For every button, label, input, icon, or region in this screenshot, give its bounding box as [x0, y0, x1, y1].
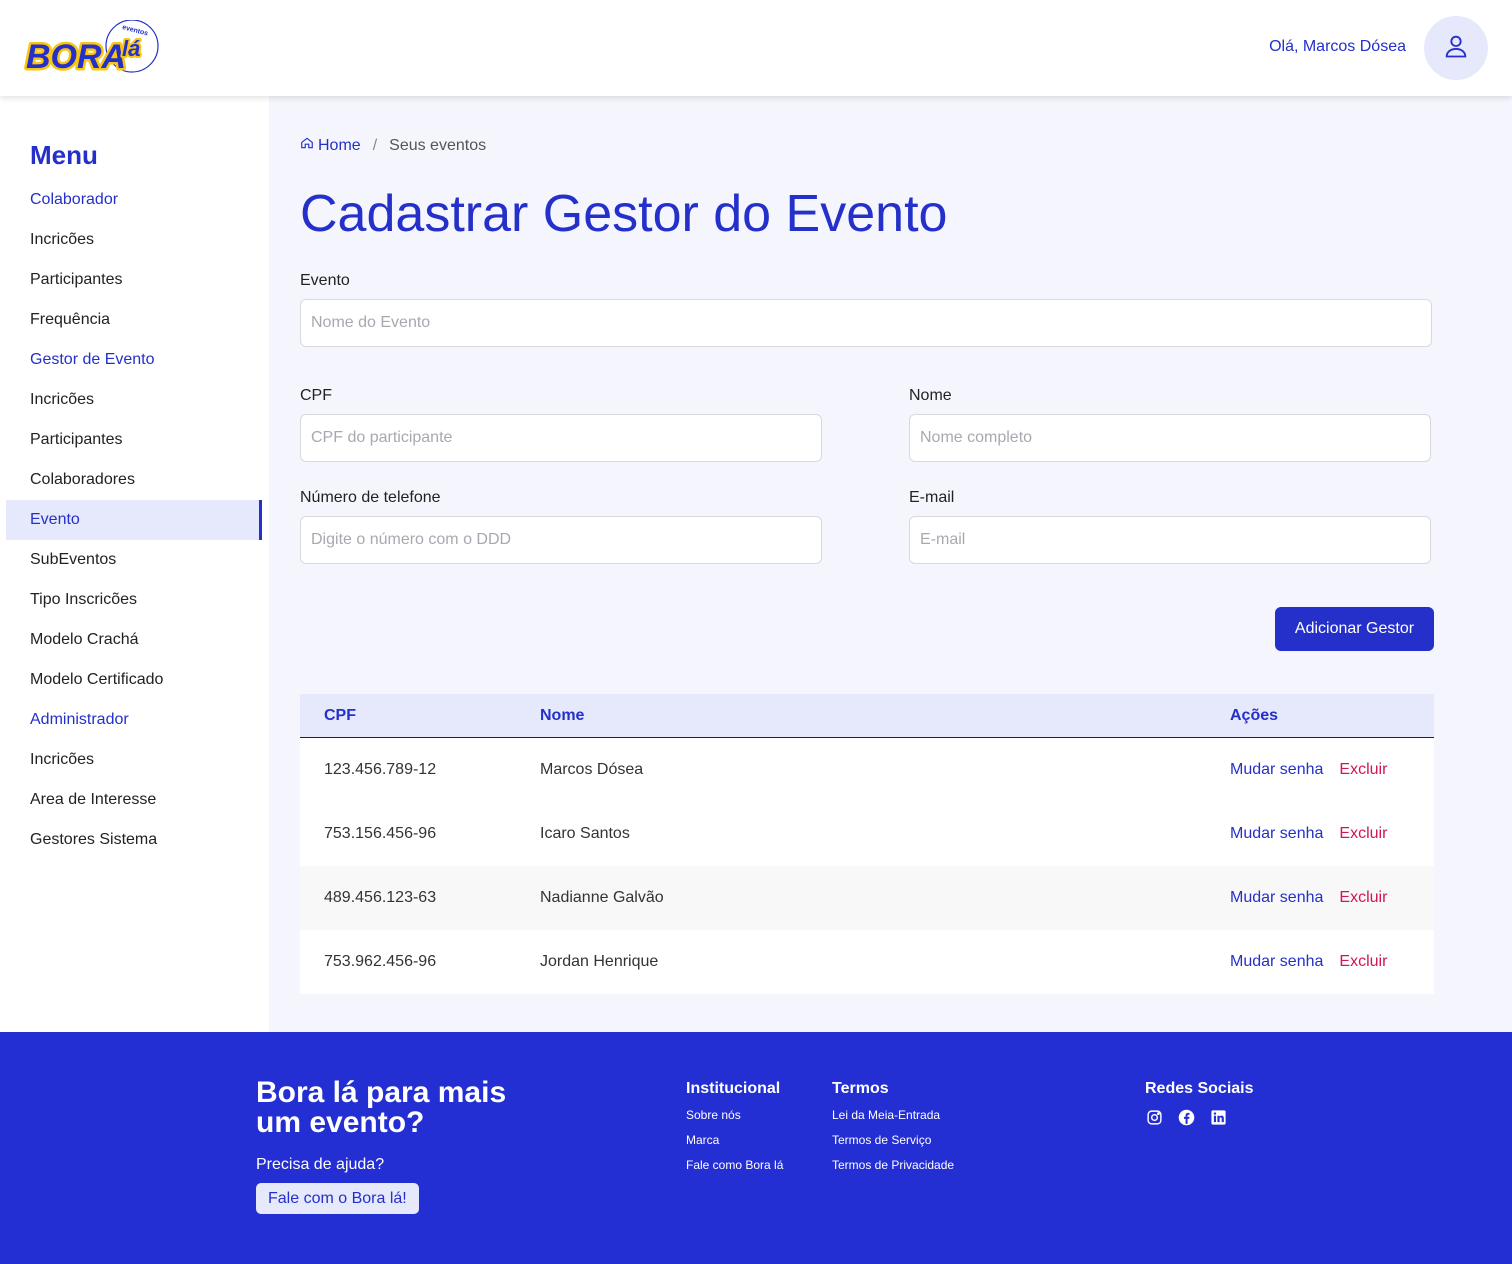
telefone-label: Número de telefone: [300, 489, 441, 506]
footer-termos-title: Termos: [832, 1080, 889, 1097]
sidebar-item-evento[interactable]: Evento: [6, 500, 262, 540]
svg-text:lá: lá: [122, 36, 140, 61]
telefone-input[interactable]: [300, 516, 822, 564]
cell-cpf: 489.456.123-63: [324, 889, 437, 906]
footer-link-sobre[interactable]: Sobre nós: [686, 1108, 783, 1133]
nome-label: Nome: [909, 387, 952, 404]
cell-nome: Jordan Henrique: [540, 953, 659, 970]
breadcrumb: Home / Seus eventos: [300, 136, 486, 155]
footer-link-marca[interactable]: Marca: [686, 1133, 783, 1158]
sidebar-item-tipo-inscric-es[interactable]: Tipo Inscricões: [6, 580, 262, 620]
sidebar-item-gestor-de-evento[interactable]: Gestor de Evento: [6, 340, 262, 380]
user-icon: [1442, 32, 1470, 65]
cell-cpf: 753.962.456-96: [324, 953, 437, 970]
sidebar-item-modelo-certificado[interactable]: Modelo Certificado: [6, 660, 262, 700]
excluir-link[interactable]: Excluir: [1339, 889, 1387, 907]
boralá-logo[interactable]: eventos BORA BORA lá lá: [24, 19, 164, 79]
cell-cpf: 123.456.789-12: [324, 761, 437, 778]
mudar-senha-link[interactable]: Mudar senha: [1230, 761, 1323, 779]
sidebar: Menu Colaborador Incricões Participantes Fr…: [0, 96, 269, 1032]
table-header: CPF Nome Ações: [300, 694, 1434, 738]
sidebar-item-participantes[interactable]: Participantes: [6, 260, 262, 300]
cell-nome: Nadianne Galvão: [540, 889, 664, 906]
breadcrumb-current: Seus eventos: [389, 136, 487, 154]
excluir-link[interactable]: Excluir: [1339, 761, 1387, 779]
email-label: E-mail: [909, 489, 955, 506]
sidebar-item-participantes[interactable]: Participantes: [6, 420, 262, 460]
sidebar-menu: Colaborador Incricões Participantes Frequên…: [6, 180, 262, 860]
excluir-link[interactable]: Excluir: [1339, 825, 1387, 843]
cpf-label: CPF: [300, 387, 332, 404]
footer-link-termos-servico[interactable]: Termos de Serviço: [832, 1133, 954, 1158]
footer-institucional: Institucional Sobre nós Marca Fale como …: [686, 1080, 783, 1183]
top-header: eventos BORA BORA lá lá Olá, Marcos Dóse…: [0, 0, 1512, 96]
footer: Bora lá para mais um evento? Precisa de …: [0, 1032, 1512, 1264]
table-body: 123.456.789-12 Marcos Dósea Mudar senha Exc…: [300, 738, 1434, 994]
cell-acoes: Mudar senha Excluir: [1230, 825, 1434, 843]
footer-institucional-title: Institucional: [686, 1080, 781, 1097]
footer-link-fale[interactable]: Fale como Bora lá: [686, 1158, 783, 1183]
adicionar-gestor-button[interactable]: Adicionar Gestor: [1275, 607, 1434, 651]
sidebar-item-frequ-ncia[interactable]: Frequência: [6, 300, 262, 340]
breadcrumb-separator: /: [372, 136, 378, 154]
facebook-icon[interactable]: [1177, 1108, 1195, 1126]
breadcrumb-home[interactable]: Home: [300, 136, 361, 155]
fale-com-bora-la-button[interactable]: Fale com o Bora lá!: [256, 1183, 419, 1214]
sidebar-item-area-de-interesse[interactable]: Area de Interesse: [6, 780, 262, 820]
table-row: 753.962.456-96 Jordan Henrique Mudar senha…: [300, 930, 1434, 994]
instagram-icon[interactable]: [1145, 1108, 1163, 1126]
user-greeting: Olá, Marcos Dósea: [1269, 38, 1406, 55]
footer-redes-sociais: Redes Sociais: [1145, 1080, 1254, 1126]
sidebar-item-colaborador[interactable]: Colaborador: [6, 180, 262, 220]
cell-cpf: 753.156.456-96: [324, 825, 437, 842]
sidebar-item-incric-es[interactable]: Incricões: [6, 740, 262, 780]
sidebar-item-colaboradores[interactable]: Colaboradores: [6, 460, 262, 500]
cell-nome: Marcos Dósea: [540, 761, 644, 778]
sidebar-item-incric-es[interactable]: Incricões: [6, 220, 262, 260]
email-input[interactable]: [909, 516, 1431, 564]
cell-acoes: Mudar senha Excluir: [1230, 761, 1434, 779]
cpf-input[interactable]: [300, 414, 822, 462]
footer-help-text: Precisa de ajuda?: [256, 1156, 385, 1173]
mudar-senha-link[interactable]: Mudar senha: [1230, 825, 1323, 843]
cell-nome: Icaro Santos: [540, 825, 630, 842]
mudar-senha-link[interactable]: Mudar senha: [1230, 953, 1323, 971]
sidebar-item-modelo-crach-[interactable]: Modelo Crachá: [6, 620, 262, 660]
table-row: 123.456.789-12 Marcos Dósea Mudar senha Exc…: [300, 738, 1434, 802]
footer-social-title: Redes Sociais: [1145, 1080, 1254, 1097]
footer-link-meia-entrada[interactable]: Lei da Meia-Entrada: [832, 1108, 954, 1133]
sidebar-item-subeventos[interactable]: SubEventos: [6, 540, 262, 580]
table-row: 753.156.456-96 Icaro Santos Mudar senha Exc…: [300, 802, 1434, 866]
mudar-senha-link[interactable]: Mudar senha: [1230, 889, 1323, 907]
evento-label: Evento: [300, 272, 350, 289]
column-header-cpf: CPF: [324, 706, 356, 724]
sidebar-title: Menu: [30, 140, 98, 170]
page-title: Cadastrar Gestor do Evento: [300, 185, 948, 243]
user-avatar-button[interactable]: [1424, 16, 1488, 80]
sidebar-item-incric-es[interactable]: Incricões: [6, 380, 262, 420]
sidebar-item-administrador[interactable]: Administrador: [6, 700, 262, 740]
evento-input[interactable]: [300, 299, 1432, 347]
footer-termos: Termos Lei da Meia-Entrada Termos de Ser…: [832, 1080, 954, 1183]
table-row: 489.456.123-63 Nadianne Galvão Mudar senha…: [300, 866, 1434, 930]
column-header-acoes: Ações: [1230, 706, 1279, 724]
breadcrumb-home-label: Home: [318, 136, 361, 154]
excluir-link[interactable]: Excluir: [1339, 953, 1387, 971]
cell-acoes: Mudar senha Excluir: [1230, 953, 1434, 971]
footer-link-termos-privacidade[interactable]: Termos de Privacidade: [832, 1158, 954, 1183]
linkedin-icon[interactable]: [1209, 1108, 1227, 1126]
gestores-table: CPF Nome Ações 123.456.789-12 Marcos Dóse…: [300, 694, 1434, 994]
home-icon: [300, 136, 314, 155]
footer-headline: Bora lá para mais um evento?: [256, 1076, 507, 1139]
sidebar-item-gestores-sistema[interactable]: Gestores Sistema: [6, 820, 262, 860]
nome-input[interactable]: [909, 414, 1431, 462]
cell-acoes: Mudar senha Excluir: [1230, 889, 1434, 907]
column-header-nome: Nome: [540, 706, 585, 724]
svg-text:BORA: BORA: [26, 38, 126, 76]
